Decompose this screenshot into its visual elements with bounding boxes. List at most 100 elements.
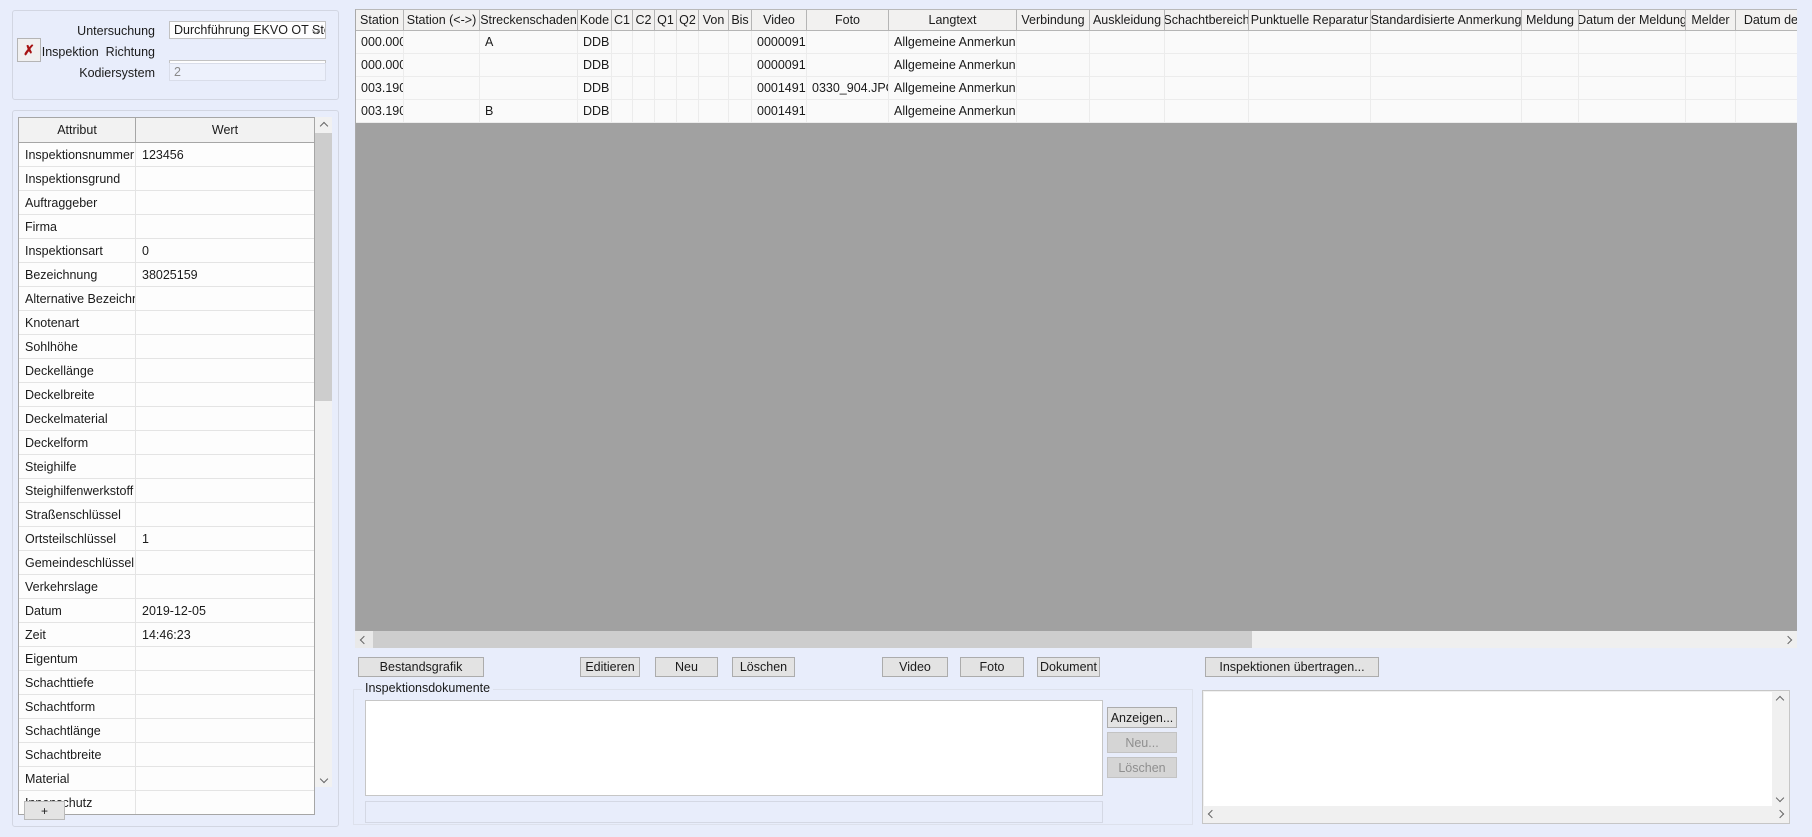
column-header-von[interactable]: Von <box>699 10 729 31</box>
attribute-row[interactable]: Steighilfenwerkstoff <box>19 479 314 503</box>
attribute-value-cell[interactable] <box>136 671 314 694</box>
attribute-value-cell[interactable] <box>136 575 314 598</box>
attribute-value-cell[interactable] <box>136 647 314 670</box>
attribute-row[interactable]: Knotenart <box>19 311 314 335</box>
notes-horizontal-scrollbar[interactable] <box>1204 806 1788 822</box>
attribute-value-cell[interactable] <box>136 503 314 526</box>
attribute-value-cell[interactable]: 0 <box>136 239 314 262</box>
attribute-row[interactable]: Schachtbreite <box>19 743 314 767</box>
attribute-row[interactable]: Verkehrslage <box>19 575 314 599</box>
bestandsgrafik-button[interactable]: Bestandsgrafik <box>358 657 484 677</box>
attribute-value-cell[interactable]: 123456 <box>136 143 314 166</box>
attribute-row[interactable]: Alternative Bezeichnung <box>19 287 314 311</box>
attribute-row[interactable]: Sohlhöhe <box>19 335 314 359</box>
column-header-datum_der_meldung[interactable]: Datum der Meldung <box>1579 10 1686 31</box>
attribute-value-cell[interactable] <box>136 383 314 406</box>
attribute-column-header[interactable]: Attribut <box>19 118 136 142</box>
attribute-row[interactable]: Schachtform <box>19 695 314 719</box>
attribute-value-cell[interactable]: 14:46:23 <box>136 623 314 646</box>
attribute-row[interactable]: Zeit14:46:23 <box>19 623 314 647</box>
attribute-row[interactable]: Deckelmaterial <box>19 407 314 431</box>
column-header-standardisierte_anmerkung[interactable]: Standardisierte Anmerkung <box>1371 10 1522 31</box>
column-header-video[interactable]: Video <box>752 10 807 31</box>
scroll-up-button[interactable] <box>315 117 332 134</box>
scrollbar-thumb[interactable] <box>373 631 1252 648</box>
attribute-value-cell[interactable] <box>136 455 314 478</box>
dokument-button[interactable]: Dokument <box>1037 657 1100 677</box>
add-attribute-button[interactable]: + <box>24 801 65 820</box>
column-header-foto[interactable]: Foto <box>807 10 889 31</box>
attribute-value-cell[interactable] <box>136 191 314 214</box>
attribute-value-cell[interactable] <box>136 767 314 790</box>
editieren-button[interactable]: Editieren <box>580 657 640 677</box>
scroll-up-button[interactable] <box>1772 692 1788 708</box>
attribute-row[interactable]: Auftraggeber <box>19 191 314 215</box>
inspection-documents-list[interactable] <box>365 700 1103 796</box>
attribute-row[interactable]: Schachtlänge <box>19 719 314 743</box>
neu-button[interactable]: Neu <box>655 657 718 677</box>
attribute-row[interactable]: Schachttiefe <box>19 671 314 695</box>
attribute-table-vertical-scrollbar[interactable] <box>315 117 332 787</box>
attribute-row[interactable]: Datum2019-12-05 <box>19 599 314 623</box>
attribute-row[interactable]: Deckelbreite <box>19 383 314 407</box>
scroll-down-button[interactable] <box>315 770 332 787</box>
table-row[interactable]: 003.190BDDB00014917Allgemeine Anmerkung <box>355 100 1797 123</box>
wert-column-header[interactable]: Wert <box>136 118 314 142</box>
attribute-value-cell[interactable]: 2019-12-05 <box>136 599 314 622</box>
column-header-q1[interactable]: Q1 <box>655 10 677 31</box>
table-row[interactable]: 000.000ADDB00000913Allgemeine Anmerkung <box>355 31 1797 54</box>
column-header-schachtbereich[interactable]: Schachtbereich <box>1165 10 1249 31</box>
attribute-row[interactable]: Steighilfe <box>19 455 314 479</box>
inspektionen-uebertragen-button[interactable]: Inspektionen übertragen... <box>1205 657 1379 677</box>
column-header-langtext[interactable]: Langtext <box>889 10 1017 31</box>
anzeigen-button[interactable]: Anzeigen... <box>1107 707 1177 728</box>
attribute-row[interactable]: Firma <box>19 215 314 239</box>
table-horizontal-scrollbar[interactable] <box>355 631 1797 648</box>
attribute-value-cell[interactable] <box>136 311 314 334</box>
table-row[interactable]: 003.190DDB000149170330_904.JPGAllgemeine… <box>355 77 1797 100</box>
attribute-value-cell[interactable] <box>136 743 314 766</box>
column-header-streckenschaden[interactable]: Streckenschaden <box>480 10 578 31</box>
scroll-down-button[interactable] <box>1772 790 1788 806</box>
attribute-row[interactable]: Gemeindeschlüssel <box>19 551 314 575</box>
attribute-row[interactable]: Straßenschlüssel <box>19 503 314 527</box>
attribute-value-cell[interactable] <box>136 791 314 814</box>
column-header-c2[interactable]: C2 <box>633 10 655 31</box>
attribute-value-cell[interactable] <box>136 695 314 718</box>
table-row[interactable]: 000.000DDB00000913Allgemeine Anmerkung <box>355 54 1797 77</box>
scroll-right-button[interactable] <box>1772 806 1788 822</box>
notes-text-area[interactable] <box>1204 692 1772 806</box>
scroll-left-button[interactable] <box>1204 806 1220 822</box>
attribute-row[interactable]: Inspektionsgrund <box>19 167 314 191</box>
attribute-value-cell[interactable] <box>136 287 314 310</box>
scroll-right-button[interactable] <box>1779 631 1797 648</box>
attribute-row[interactable]: Inspektionsart0 <box>19 239 314 263</box>
attribute-value-cell[interactable] <box>136 551 314 574</box>
attribute-row[interactable]: Bezeichnung38025159 <box>19 263 314 287</box>
attribute-row[interactable]: Ortsteilschlüssel1 <box>19 527 314 551</box>
column-header-station_rel[interactable]: Station (<->) <box>404 10 480 31</box>
scroll-left-button[interactable] <box>355 631 373 648</box>
foto-button[interactable]: Foto <box>960 657 1024 677</box>
column-header-bis[interactable]: Bis <box>729 10 752 31</box>
attribute-value-cell[interactable] <box>136 431 314 454</box>
attribute-value-cell[interactable] <box>136 167 314 190</box>
video-button[interactable]: Video <box>882 657 948 677</box>
attribute-row[interactable]: Inspektionsnummer123456 <box>19 143 314 167</box>
attribute-row[interactable]: Deckellänge <box>19 359 314 383</box>
attribute-value-cell[interactable]: 1 <box>136 527 314 550</box>
attribute-value-cell[interactable] <box>136 719 314 742</box>
column-header-c1[interactable]: C1 <box>612 10 633 31</box>
column-header-datum_der_2[interactable]: Datum der <box>1736 10 1797 31</box>
notes-vertical-scrollbar[interactable] <box>1772 692 1788 806</box>
attribute-value-cell[interactable] <box>136 335 314 358</box>
attribute-row[interactable]: Deckelform <box>19 431 314 455</box>
column-header-verbindung[interactable]: Verbindung <box>1017 10 1090 31</box>
column-header-kode[interactable]: Kode <box>578 10 612 31</box>
attribute-row[interactable]: Eigentum <box>19 647 314 671</box>
column-header-auskleidung[interactable]: Auskleidung <box>1090 10 1165 31</box>
column-header-q2[interactable]: Q2 <box>677 10 699 31</box>
column-header-melder[interactable]: Melder <box>1686 10 1736 31</box>
loeschen-button[interactable]: Löschen <box>732 657 795 677</box>
attribute-value-cell[interactable] <box>136 215 314 238</box>
